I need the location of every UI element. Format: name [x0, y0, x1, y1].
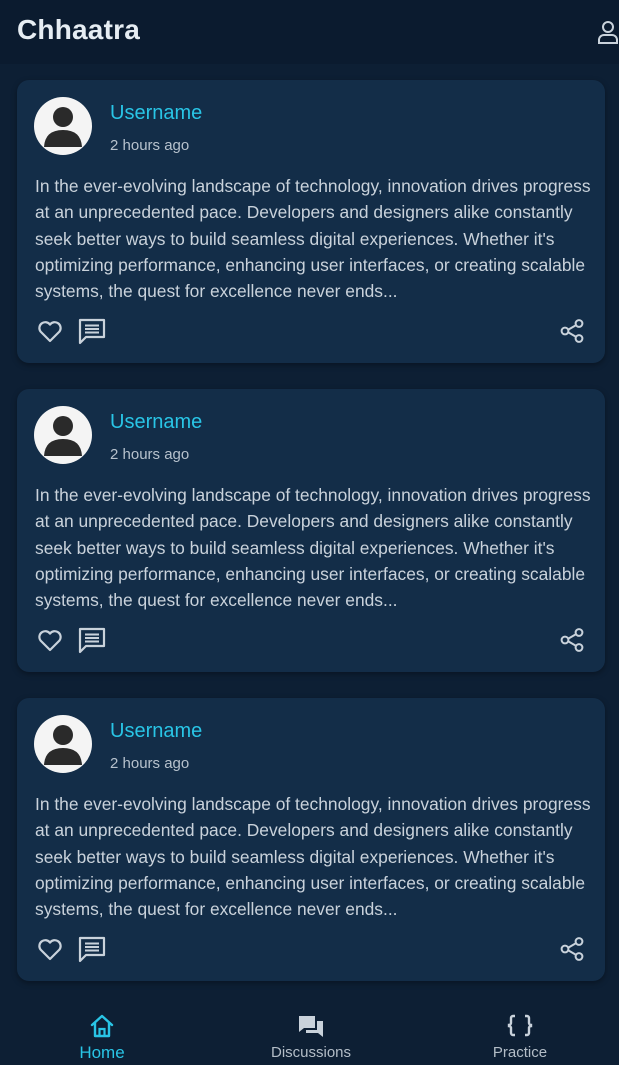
post-body: In the ever-evolving landscape of techno…: [35, 794, 591, 920]
nav-label-home: Home: [79, 1043, 125, 1062]
heart-icon: [38, 939, 62, 961]
app-title: Chhaatra: [17, 14, 140, 45]
comment-button[interactable]: [77, 316, 107, 346]
heart-icon: [38, 630, 62, 652]
nav-practice[interactable]: Practice: [440, 995, 600, 1065]
post-body: In the ever-evolving landscape of techno…: [35, 485, 591, 611]
share-icon: [560, 628, 584, 652]
comment-icon: [78, 936, 106, 963]
post-timestamp: 2 hours ago: [110, 137, 190, 154]
post-body: In the ever-evolving landscape of techno…: [35, 176, 591, 302]
comment-icon: [78, 318, 106, 345]
post-feed: Username 2 hours ago In the ever-evolvin…: [17, 80, 605, 1007]
nav-label-discussions: Discussions: [270, 1044, 352, 1061]
nav-discussions[interactable]: Discussions: [231, 995, 391, 1065]
comment-icon: [78, 627, 106, 654]
post-card: Username 2 hours ago In the ever-evolvin…: [17, 80, 605, 363]
nav-home[interactable]: Home: [22, 995, 182, 1065]
nav-label-practice: Practice: [492, 1044, 548, 1061]
home-icon: [90, 1014, 114, 1038]
post-card: Username 2 hours ago In the ever-evolvin…: [17, 389, 605, 672]
share-button[interactable]: [557, 934, 587, 964]
post-username[interactable]: Username: [110, 411, 202, 434]
heart-icon: [38, 321, 62, 343]
post-username[interactable]: Username: [110, 720, 202, 743]
share-icon: [560, 937, 584, 961]
post-username[interactable]: Username: [110, 102, 202, 125]
profile-icon[interactable]: [596, 19, 619, 45]
like-button[interactable]: [35, 625, 65, 655]
app-header: Chhaatra: [0, 0, 619, 64]
bottom-navigation: Home Discussions Practice: [0, 995, 619, 1065]
discussions-icon: [299, 1016, 323, 1037]
share-button[interactable]: [557, 316, 587, 346]
share-icon: [560, 319, 584, 343]
like-button[interactable]: [35, 934, 65, 964]
comment-button[interactable]: [77, 625, 107, 655]
share-button[interactable]: [557, 625, 587, 655]
post-card: Username 2 hours ago In the ever-evolvin…: [17, 698, 605, 981]
comment-button[interactable]: [77, 934, 107, 964]
avatar[interactable]: [34, 406, 92, 464]
avatar[interactable]: [34, 97, 92, 155]
like-button[interactable]: [35, 316, 65, 346]
code-braces-icon: [507, 1014, 533, 1037]
post-timestamp: 2 hours ago: [110, 446, 190, 463]
avatar[interactable]: [34, 715, 92, 773]
post-timestamp: 2 hours ago: [110, 755, 190, 772]
